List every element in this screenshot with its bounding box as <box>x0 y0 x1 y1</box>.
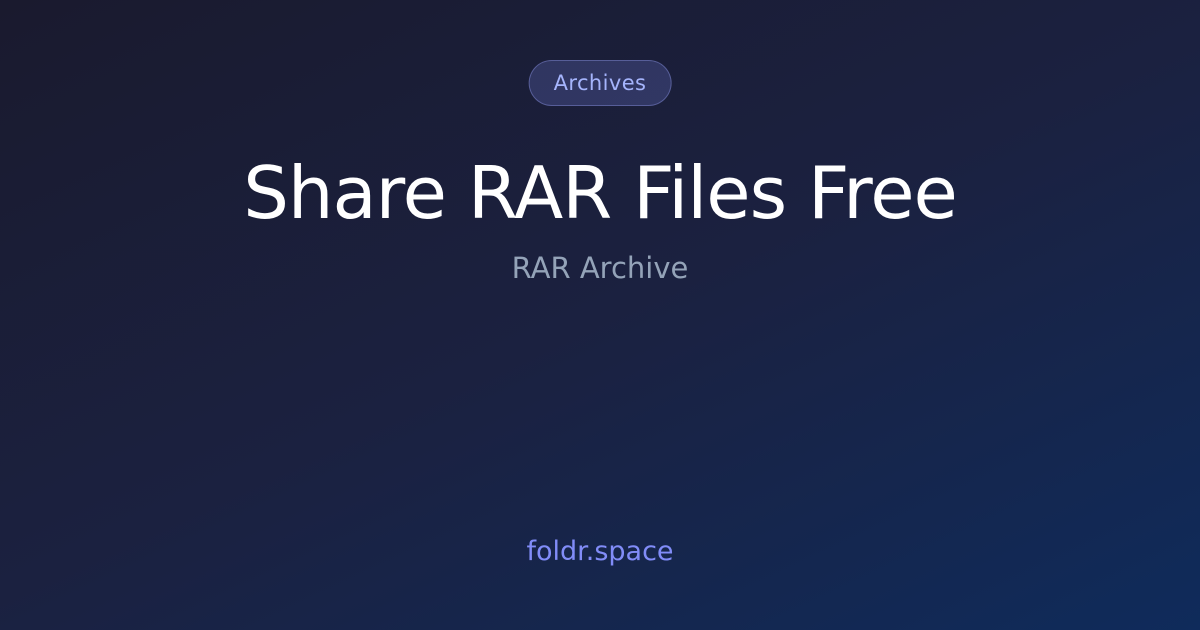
site-domain: foldr.space <box>526 536 674 567</box>
page-title: Share RAR Files Free <box>243 151 958 235</box>
category-badge: Archives <box>528 60 672 106</box>
page-subtitle: RAR Archive <box>511 251 689 285</box>
